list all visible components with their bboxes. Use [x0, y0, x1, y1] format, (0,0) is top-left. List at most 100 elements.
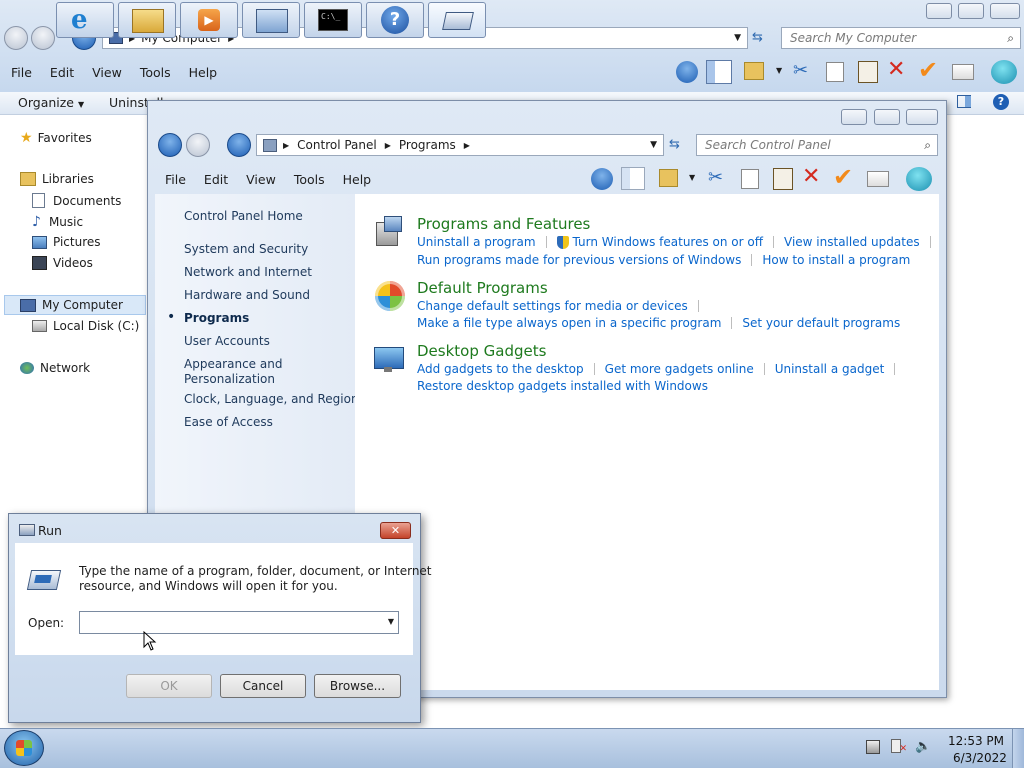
folder-check-icon[interactable] [744, 62, 764, 80]
nav-item-pictures[interactable]: Pictures [32, 235, 101, 249]
uninstall-program-link[interactable]: Uninstall a program [417, 235, 536, 249]
taskbar-explorer[interactable] [118, 2, 176, 38]
cp-refresh-icon[interactable]: ⇆ [669, 137, 680, 152]
cp-nav-ease-of-access[interactable]: Ease of Access [184, 415, 273, 429]
tray-network-icon[interactable] [866, 740, 880, 754]
media-defaults-link[interactable]: Change default settings for media or dev… [417, 299, 688, 313]
copy-icon[interactable] [826, 62, 844, 82]
nav-item-local-disk[interactable]: Local Disk (C:) [32, 319, 139, 333]
run-close-button[interactable]: ✕ [380, 522, 411, 539]
cp-nav-home[interactable]: Control Panel Home [184, 209, 303, 223]
explorer-refresh-icon[interactable]: ⇆ [752, 30, 763, 45]
explorer-menu-tools[interactable]: Tools [131, 65, 180, 80]
taskbar-help[interactable]: ? [366, 2, 424, 38]
show-desktop-button[interactable] [1012, 729, 1024, 768]
nav-item-videos[interactable]: Videos [32, 256, 93, 270]
start-button[interactable] [4, 730, 44, 766]
taskbar-internet-explorer[interactable]: e [56, 2, 114, 38]
cp-menu-file[interactable]: File [156, 172, 195, 187]
cp-nav-programs[interactable]: Programs [184, 311, 249, 325]
globe-icon[interactable] [991, 60, 1017, 84]
how-to-install-link[interactable]: How to install a program [762, 253, 910, 267]
delete-icon[interactable]: ✕ [802, 164, 820, 189]
cp-menu-help[interactable]: Help [334, 172, 381, 187]
windows-features-link[interactable]: Turn Windows features on or off [573, 235, 764, 249]
nav-item-documents[interactable]: Documents [32, 193, 121, 208]
nav-item-libraries[interactable]: Libraries [20, 172, 94, 186]
up-arrow-icon[interactable] [591, 168, 613, 190]
default-programs-heading[interactable]: Default Programs [417, 279, 548, 297]
run-cancel-button[interactable]: Cancel [220, 674, 306, 698]
paste-icon[interactable] [773, 168, 793, 190]
run-browse-button[interactable]: Browse... [314, 674, 401, 698]
nav-item-network[interactable]: Network [20, 361, 90, 375]
taskbar-control-panel[interactable] [242, 2, 300, 38]
globe-icon[interactable] [906, 167, 932, 191]
explorer-minimize-button[interactable] [926, 3, 952, 19]
run-older-programs-link[interactable]: Run programs made for previous versions … [417, 253, 741, 267]
chevron-down-icon[interactable]: ▼ [388, 617, 394, 626]
cp-forward-button[interactable] [186, 133, 210, 157]
cp-menu-view[interactable]: View [237, 172, 285, 187]
properties-icon[interactable] [867, 171, 889, 187]
taskbar-run[interactable] [428, 2, 486, 38]
taskbar-media-player[interactable]: ▶ [180, 2, 238, 38]
explorer-menu-view[interactable]: View [83, 65, 131, 80]
run-open-combobox[interactable]: ▼ [79, 611, 399, 634]
cp-menu-edit[interactable]: Edit [195, 172, 237, 187]
preview-pane-icon[interactable] [706, 60, 732, 84]
cp-minimize-button[interactable] [841, 109, 867, 125]
organize-button[interactable]: Organize ▼ [18, 95, 84, 110]
cp-address-bar[interactable]: ▶ Control Panel ▶ Programs ▶ ▼ [256, 134, 664, 156]
clock-time[interactable]: 12:53 PM [948, 734, 1004, 748]
chevron-down-icon[interactable]: ▼ [776, 66, 782, 75]
breadcrumb-programs[interactable]: Programs [399, 138, 456, 152]
desktop-gadgets-heading[interactable]: Desktop Gadgets [417, 342, 546, 360]
address-dropdown-icon[interactable]: ▼ [734, 33, 741, 43]
explorer-menu-help[interactable]: Help [180, 65, 227, 80]
installed-updates-link[interactable]: View installed updates [784, 235, 920, 249]
checkmark-icon[interactable]: ✔ [918, 56, 938, 84]
explorer-close-button[interactable] [990, 3, 1020, 19]
address-dropdown-icon[interactable]: ▼ [650, 140, 657, 150]
preview-pane-icon[interactable] [957, 95, 971, 108]
cp-nav-appearance[interactable]: Appearance and Personalization [184, 357, 294, 387]
folder-check-icon[interactable] [659, 169, 678, 187]
tray-action-center-icon[interactable]: ✕ [891, 739, 907, 754]
more-gadgets-link[interactable]: Get more gadgets online [605, 362, 754, 376]
breadcrumb-control-panel[interactable]: Control Panel [297, 138, 377, 152]
cp-menu-tools[interactable]: Tools [285, 172, 334, 187]
explorer-search-input[interactable]: Search My Computer ⌕ [781, 27, 1021, 49]
explorer-menu-edit[interactable]: Edit [41, 65, 83, 80]
restore-gadgets-link[interactable]: Restore desktop gadgets installed with W… [417, 379, 708, 393]
copy-icon[interactable] [741, 169, 759, 189]
cut-icon[interactable]: ✂ [708, 167, 723, 188]
tray-volume-icon[interactable]: 🔈 [915, 739, 931, 754]
nav-item-music[interactable]: ♪ Music [32, 214, 83, 230]
programs-features-heading[interactable]: Programs and Features [417, 215, 590, 233]
taskbar-command-prompt[interactable]: C:\_ [304, 2, 362, 38]
preview-pane-icon[interactable] [621, 167, 645, 190]
cp-nav-network-internet[interactable]: Network and Internet [184, 265, 312, 279]
add-gadgets-link[interactable]: Add gadgets to the desktop [417, 362, 584, 376]
up-arrow-icon[interactable] [676, 61, 698, 83]
chevron-down-icon[interactable]: ▼ [689, 173, 695, 182]
cp-search-input[interactable]: Search Control Panel ⌕ [696, 134, 938, 156]
cp-nav-user-accounts[interactable]: User Accounts [184, 334, 270, 348]
delete-icon[interactable]: ✕ [887, 57, 905, 82]
cp-up-button[interactable] [227, 133, 251, 157]
cp-nav-hardware-sound[interactable]: Hardware and Sound [184, 288, 310, 302]
cp-close-button[interactable] [906, 109, 938, 125]
checkmark-icon[interactable]: ✔ [833, 163, 853, 191]
explorer-forward-button[interactable] [31, 26, 55, 50]
cp-nav-system-security[interactable]: System and Security [184, 242, 308, 256]
run-ok-button[interactable]: OK [126, 674, 212, 698]
cut-icon[interactable]: ✂ [793, 60, 808, 81]
cp-maximize-button[interactable] [874, 109, 900, 125]
set-defaults-link[interactable]: Set your default programs [742, 316, 900, 330]
help-icon[interactable]: ? [993, 94, 1009, 110]
file-type-link[interactable]: Make a file type always open in a specif… [417, 316, 721, 330]
uninstall-gadget-link[interactable]: Uninstall a gadget [775, 362, 885, 376]
explorer-back-button[interactable] [4, 26, 28, 50]
explorer-menu-file[interactable]: File [2, 65, 41, 80]
